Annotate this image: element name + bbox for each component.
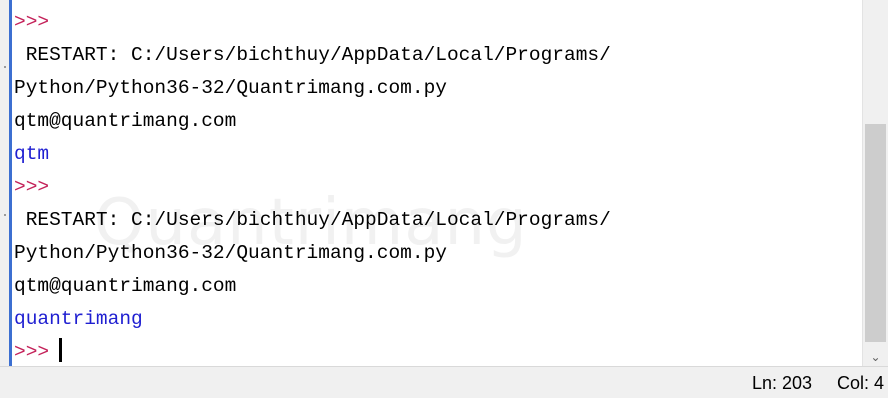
- status-bar: Ln: 203 Col: 4: [0, 366, 888, 398]
- vertical-scrollbar[interactable]: ⌄: [862, 0, 888, 366]
- column-number-indicator: Col: 4: [836, 373, 884, 393]
- focus-accent: [9, 0, 12, 366]
- output-line: quantrimang: [14, 308, 143, 330]
- shell-prompt: >>>: [14, 176, 50, 198]
- gutter-marker: [4, 214, 6, 216]
- shell-prompt: >>>: [14, 11, 50, 33]
- scroll-down-icon[interactable]: ⌄: [863, 348, 888, 366]
- restart-line: RESTART: C:/Users/bichthuy/AppData/Local…: [14, 44, 611, 66]
- stdout-line: qtm@quantrimang.com: [14, 275, 237, 297]
- active-prompt-line[interactable]: >>>: [14, 336, 63, 368]
- restart-path-line: Python/Python36-32/Quantrimang.com.py: [14, 77, 447, 99]
- shell-prompt: >>>: [14, 341, 50, 363]
- scrollbar-thumb[interactable]: [865, 124, 886, 342]
- stdout-line: qtm@quantrimang.com: [14, 110, 237, 132]
- restart-path-line: Python/Python36-32/Quantrimang.com.py: [14, 242, 447, 264]
- gutter-marker: [4, 66, 6, 68]
- restart-line: RESTART: C:/Users/bichthuy/AppData/Local…: [14, 209, 611, 231]
- idle-shell-window: Quantrimang >>> RESTART: C:/Users/bichth…: [0, 0, 888, 398]
- text-cursor: [59, 338, 63, 362]
- shell-text-area[interactable]: Quantrimang >>> RESTART: C:/Users/bichth…: [14, 6, 856, 363]
- line-number-indicator: Ln: 203: [751, 373, 812, 393]
- output-line: qtm: [14, 143, 50, 165]
